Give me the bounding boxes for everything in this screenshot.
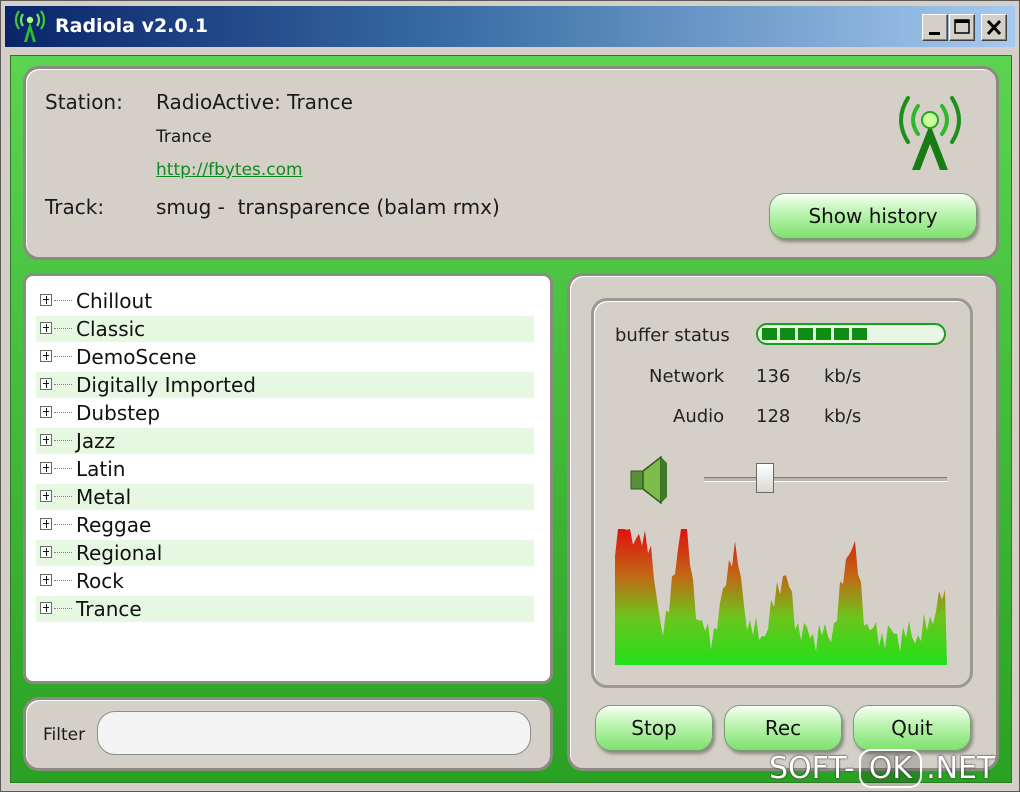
watermark: SOFT- OK .NET	[769, 749, 995, 788]
stop-button[interactable]: Stop	[595, 705, 713, 751]
tree-item[interactable]: Reggae	[36, 512, 534, 538]
expand-plus-icon[interactable]	[40, 322, 52, 334]
maximize-button[interactable]	[949, 14, 975, 41]
expand-plus-icon[interactable]	[40, 406, 52, 418]
volume-slider-track[interactable]	[704, 477, 947, 482]
expand-plus-icon[interactable]	[40, 518, 52, 530]
tree-item-label: Reggae	[76, 513, 152, 537]
minimize-button[interactable]	[922, 14, 948, 41]
filter-input[interactable]	[97, 711, 531, 755]
tree-connector	[54, 468, 72, 469]
buffer-segment	[762, 328, 777, 340]
expand-plus-icon[interactable]	[40, 490, 52, 502]
track-title: smug - transparence (balam rmx)	[156, 195, 500, 219]
buffer-segment	[798, 328, 813, 340]
buffer-segment	[852, 328, 867, 340]
app-window: Radiola v2.0.1 Station: RadioActive: Tra…	[0, 0, 1020, 792]
tree-connector	[54, 524, 72, 525]
audio-value: 128	[756, 406, 791, 427]
tree-connector	[54, 608, 72, 609]
buffer-segment	[780, 328, 795, 340]
station-genre: Trance	[156, 127, 212, 147]
tree-connector	[54, 356, 72, 357]
expand-plus-icon[interactable]	[40, 350, 52, 362]
tree-item-label: Jazz	[76, 429, 116, 453]
title-bar[interactable]: Radiola v2.0.1	[5, 6, 1015, 47]
app-icon	[14, 10, 46, 42]
watermark-left: SOFT-	[769, 751, 855, 786]
tree-item[interactable]: DemoScene	[36, 344, 534, 370]
tree-connector	[54, 580, 72, 581]
spectrum-visualizer	[615, 529, 947, 665]
tree-item-label: Metal	[76, 485, 132, 509]
tree-item[interactable]: Latin	[36, 456, 534, 482]
spectrum-bars	[615, 529, 947, 665]
tree-item-label: Digitally Imported	[76, 373, 256, 397]
tree-connector	[54, 496, 72, 497]
tree-item-label: Latin	[76, 457, 126, 481]
track-label: Track:	[45, 195, 105, 219]
tree-item-label: Chillout	[76, 289, 153, 313]
expand-plus-icon[interactable]	[40, 294, 52, 306]
tree-item[interactable]: Chillout	[36, 288, 534, 314]
tree-connector	[54, 552, 72, 553]
network-unit: kb/s	[824, 366, 862, 387]
tree-item[interactable]: Digitally Imported	[36, 372, 534, 398]
tree-item-label: Classic	[76, 317, 146, 341]
rec-button[interactable]: Rec	[724, 705, 842, 751]
window-title: Radiola v2.0.1	[55, 15, 209, 37]
tree-item[interactable]: Dubstep	[36, 400, 534, 426]
buffer-status-label: buffer status	[615, 325, 730, 346]
volume-slider-thumb[interactable]	[755, 463, 774, 493]
expand-plus-icon[interactable]	[40, 462, 52, 474]
network-value: 136	[756, 366, 791, 387]
tree-item[interactable]: Jazz	[36, 428, 534, 454]
tree-connector	[54, 440, 72, 441]
expand-plus-icon[interactable]	[40, 434, 52, 446]
quit-button[interactable]: Quit	[853, 705, 971, 751]
tree-connector	[54, 300, 72, 301]
tree-item-label: Dubstep	[76, 401, 161, 425]
genre-tree[interactable]: Chillout Classic DemoScene Digitally Import…	[23, 273, 553, 684]
speaker-icon[interactable]	[627, 453, 673, 507]
maximize-icon	[954, 19, 970, 34]
tree-connector	[54, 328, 72, 329]
station-url-link[interactable]: http://fbytes.com	[156, 160, 303, 180]
expand-plus-icon[interactable]	[40, 602, 52, 614]
tree-item[interactable]: Rock	[36, 568, 534, 594]
network-label: Network	[649, 366, 725, 387]
tree-item-label: Trance	[76, 597, 142, 621]
buffer-segment	[816, 328, 831, 340]
tree-item[interactable]: Trance	[36, 596, 534, 622]
tree-connector	[54, 384, 72, 385]
filter-label: Filter	[43, 725, 86, 745]
tree-item[interactable]: Metal	[36, 484, 534, 510]
station-name: RadioActive: Trance	[156, 90, 353, 114]
expand-plus-icon[interactable]	[40, 574, 52, 586]
tree-item[interactable]: Classic	[36, 316, 534, 342]
close-button[interactable]	[981, 14, 1007, 41]
tree-item[interactable]: Regional	[36, 540, 534, 566]
minimize-icon	[929, 32, 940, 35]
tree-item-label: DemoScene	[76, 345, 197, 369]
watermark-box: OK	[858, 749, 923, 788]
tree-connector	[54, 412, 72, 413]
expand-plus-icon[interactable]	[40, 378, 52, 390]
expand-plus-icon[interactable]	[40, 546, 52, 558]
close-icon	[986, 19, 1002, 36]
audio-label: Audio	[673, 406, 725, 427]
buffer-segment	[834, 328, 849, 340]
tree-item-label: Regional	[76, 541, 163, 565]
audio-unit: kb/s	[824, 406, 862, 427]
show-history-button[interactable]: Show history	[769, 193, 977, 239]
buffer-status-bar	[756, 323, 946, 345]
tree-item-label: Rock	[76, 569, 124, 593]
watermark-right: .NET	[926, 751, 996, 786]
radio-tower-icon	[899, 96, 961, 170]
station-label: Station:	[45, 90, 123, 114]
